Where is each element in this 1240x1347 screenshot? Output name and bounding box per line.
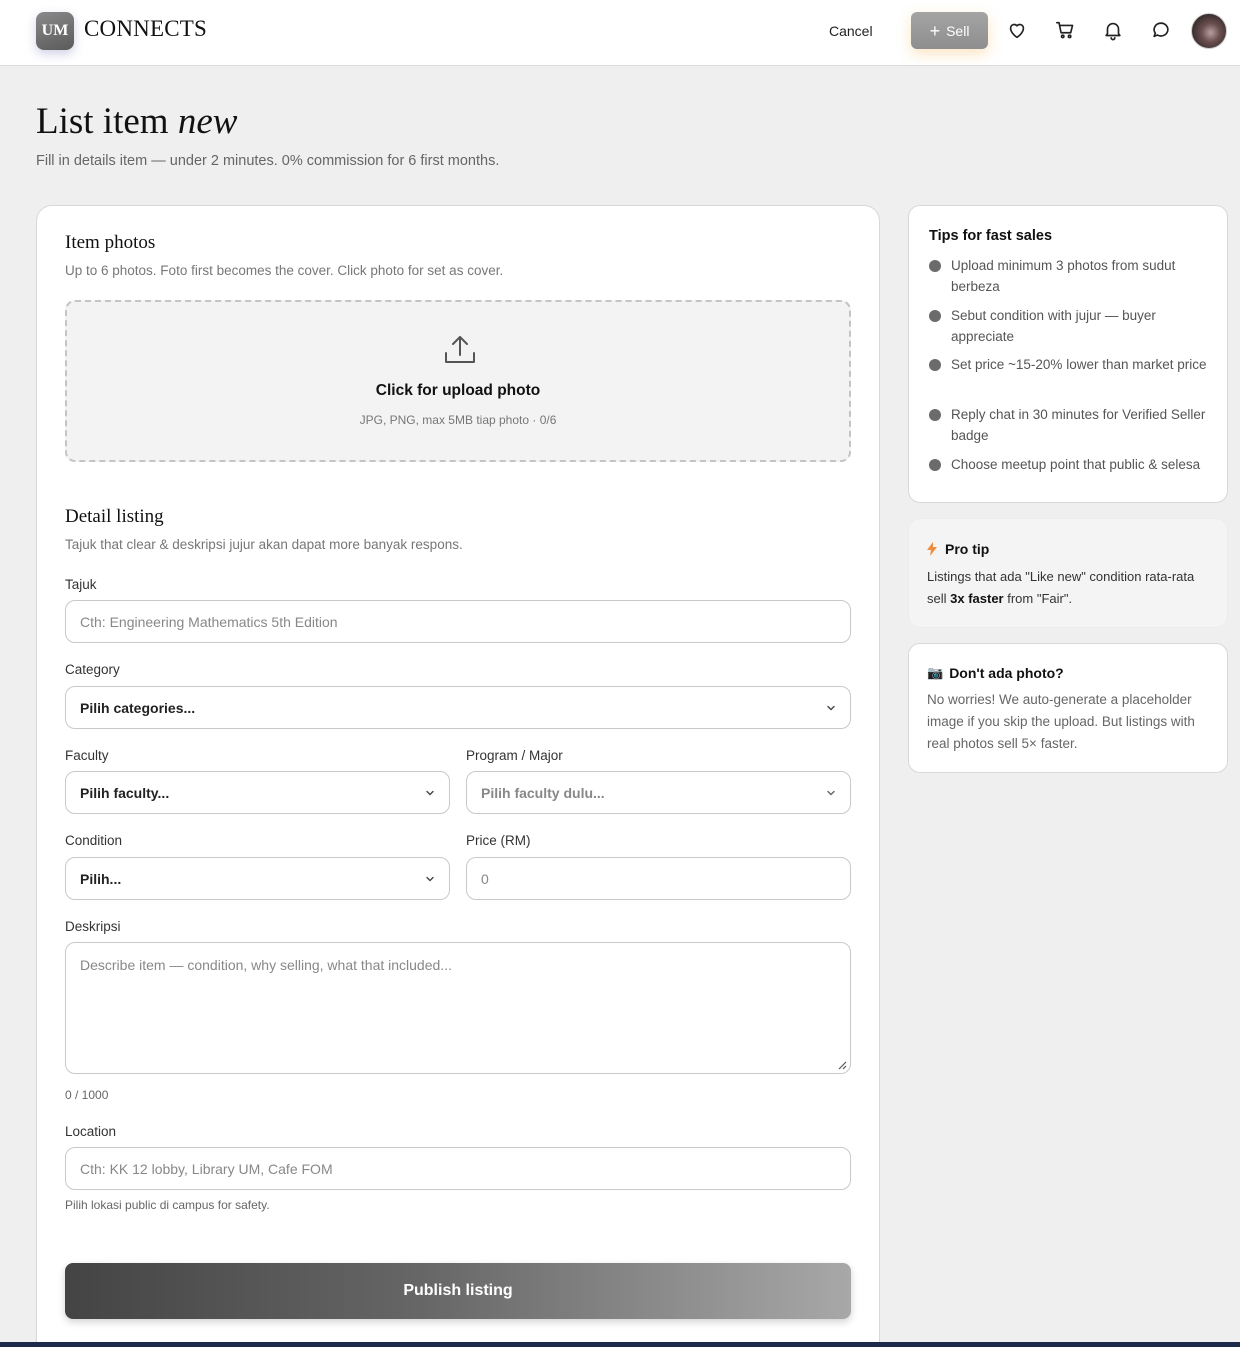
description-counter: 0 / 1000: [65, 1088, 109, 1102]
tip-text: Set price ~15-20% lower than market pric…: [951, 357, 1207, 372]
location-label: Location: [65, 1124, 117, 1139]
tip-text: Choose meetup point that public & selesa: [951, 457, 1201, 472]
description-label: Deskripsi: [65, 919, 121, 934]
price-input[interactable]: 0: [466, 857, 851, 900]
pro-tip-title: Pro tip: [945, 541, 990, 557]
photo-upload-dropzone[interactable]: Click for upload photo JPG, PNG, max 5MB…: [65, 300, 851, 462]
resize-handle-icon[interactable]: [837, 1060, 847, 1070]
pro-tip-heading: Pro tip: [927, 541, 989, 557]
photos-section-title: Item photos: [65, 232, 156, 253]
no-photo-body: No worries! We auto-generate a placehold…: [927, 692, 1195, 751]
chat-icon[interactable]: [1150, 19, 1172, 41]
logo-badge[interactable]: UM: [36, 12, 74, 50]
tip-item: Set price ~15-20% lower than market pric…: [929, 355, 1214, 376]
bell-icon[interactable]: [1102, 19, 1124, 41]
tips-title: Tips for fast sales: [929, 228, 1053, 244]
pro-tip-body: Listings that ada "Like new" condition r…: [927, 566, 1217, 610]
chevron-down-icon: [827, 705, 835, 711]
faculty-label: Faculty: [65, 748, 109, 763]
tip-item: Upload minimum 3 photos from sudut berbe…: [929, 256, 1214, 297]
no-photo-title: Don't ada photo?: [949, 665, 1064, 681]
tip-text: Sebut condition with jujur — buyer appre…: [951, 308, 1156, 344]
category-select-value: Pilih categories...: [80, 699, 196, 716]
tip-item: Choose meetup point that public & selesa: [929, 455, 1214, 476]
program-select-value: Pilih faculty dulu...: [481, 784, 605, 801]
category-label: Category: [65, 662, 120, 677]
sell-button-label: Sell: [946, 22, 970, 39]
tajuk-input[interactable]: Cth: Engineering Mathematics 5th Edition: [65, 600, 851, 643]
program-label: Program / Major: [466, 748, 563, 763]
no-photo-heading: 📷 Don't ada photo?: [927, 665, 1064, 681]
bullet-dot: [929, 359, 941, 371]
chevron-down-icon: [827, 790, 835, 796]
upload-icon: [445, 336, 475, 363]
upload-title: Click for upload photo: [375, 382, 541, 399]
bullet-dot: [929, 260, 941, 272]
faculty-select[interactable]: Pilih faculty...: [65, 771, 450, 814]
tip-item: Reply chat in 30 minutes for Verified Se…: [929, 405, 1214, 446]
description-placeholder: Describe item — condition, why selling, …: [80, 957, 452, 973]
lightning-icon: [927, 542, 937, 556]
chevron-down-icon: [426, 876, 434, 882]
user-avatar[interactable]: [1191, 13, 1227, 49]
tips-card: Tips for fast sales Upload minimum 3 pho…: [908, 205, 1228, 503]
tajuk-label: Tajuk: [65, 577, 97, 592]
bullet-dot: [929, 459, 941, 471]
bullet-dot: [929, 310, 941, 322]
photos-section-subtitle: Up to 6 photos. Foto first becomes the c…: [65, 263, 504, 278]
pro-tip-card: Pro tip Listings that ada "Like new" con…: [908, 518, 1228, 628]
plus-icon: +: [929, 20, 941, 41]
pro-tip-text-bold: 3x faster: [950, 591, 1004, 606]
chevron-down-icon: [426, 790, 434, 796]
description-textarea[interactable]: Describe item — condition, why selling, …: [65, 942, 851, 1074]
details-section-subtitle: Tajuk that clear & deskripsi jujur akan …: [65, 537, 463, 552]
page-subtitle: Fill in details item — under 2 minutes. …: [36, 153, 500, 169]
location-input[interactable]: Cth: KK 12 lobby, Library UM, Cafe FOM: [65, 1147, 851, 1190]
publish-listing-button[interactable]: Publish listing: [65, 1263, 851, 1319]
logo-text[interactable]: CONNECTS: [84, 16, 207, 42]
no-photo-card: 📷 Don't ada photo? No worries! We auto-g…: [908, 643, 1228, 773]
program-select[interactable]: Pilih faculty dulu...: [466, 771, 851, 814]
tip-item: Sebut condition with jujur — buyer appre…: [929, 306, 1214, 347]
sell-button[interactable]: + Sell: [911, 12, 988, 49]
tip-text: Reply chat in 30 minutes for Verified Se…: [951, 407, 1206, 443]
bottom-strip: [0, 1342, 1240, 1347]
upload-hint: JPG, PNG, max 5MB tiap photo · 0/6: [359, 413, 557, 427]
details-section-title: Detail listing: [65, 506, 164, 527]
listing-form-card: Item photos Up to 6 photos. Foto first b…: [36, 205, 880, 1347]
faculty-select-value: Pilih faculty...: [80, 784, 170, 801]
location-note: Pilih lokasi public di campus for safety…: [65, 1198, 270, 1212]
page-title-emphasis: new: [177, 101, 238, 142]
bullet-dot: [929, 409, 941, 421]
heart-icon[interactable]: [1006, 19, 1028, 41]
pro-tip-text-after: from "Fair".: [1003, 591, 1073, 606]
condition-select[interactable]: Pilih...: [65, 857, 450, 900]
category-select[interactable]: Pilih categories...: [65, 686, 851, 729]
condition-label: Condition: [65, 833, 123, 848]
page-title: List item new: [36, 100, 237, 143]
cancel-link[interactable]: Cancel: [829, 23, 873, 39]
condition-select-value: Pilih...: [80, 870, 122, 887]
page-title-main: List item: [36, 101, 169, 142]
camera-icon: 📷: [927, 665, 944, 680]
cart-icon[interactable]: [1054, 19, 1076, 41]
top-navbar: UM CONNECTS Cancel + Sell: [0, 0, 1240, 66]
tip-text: Upload minimum 3 photos from sudut berbe…: [951, 258, 1176, 294]
price-label: Price (RM): [466, 833, 531, 848]
